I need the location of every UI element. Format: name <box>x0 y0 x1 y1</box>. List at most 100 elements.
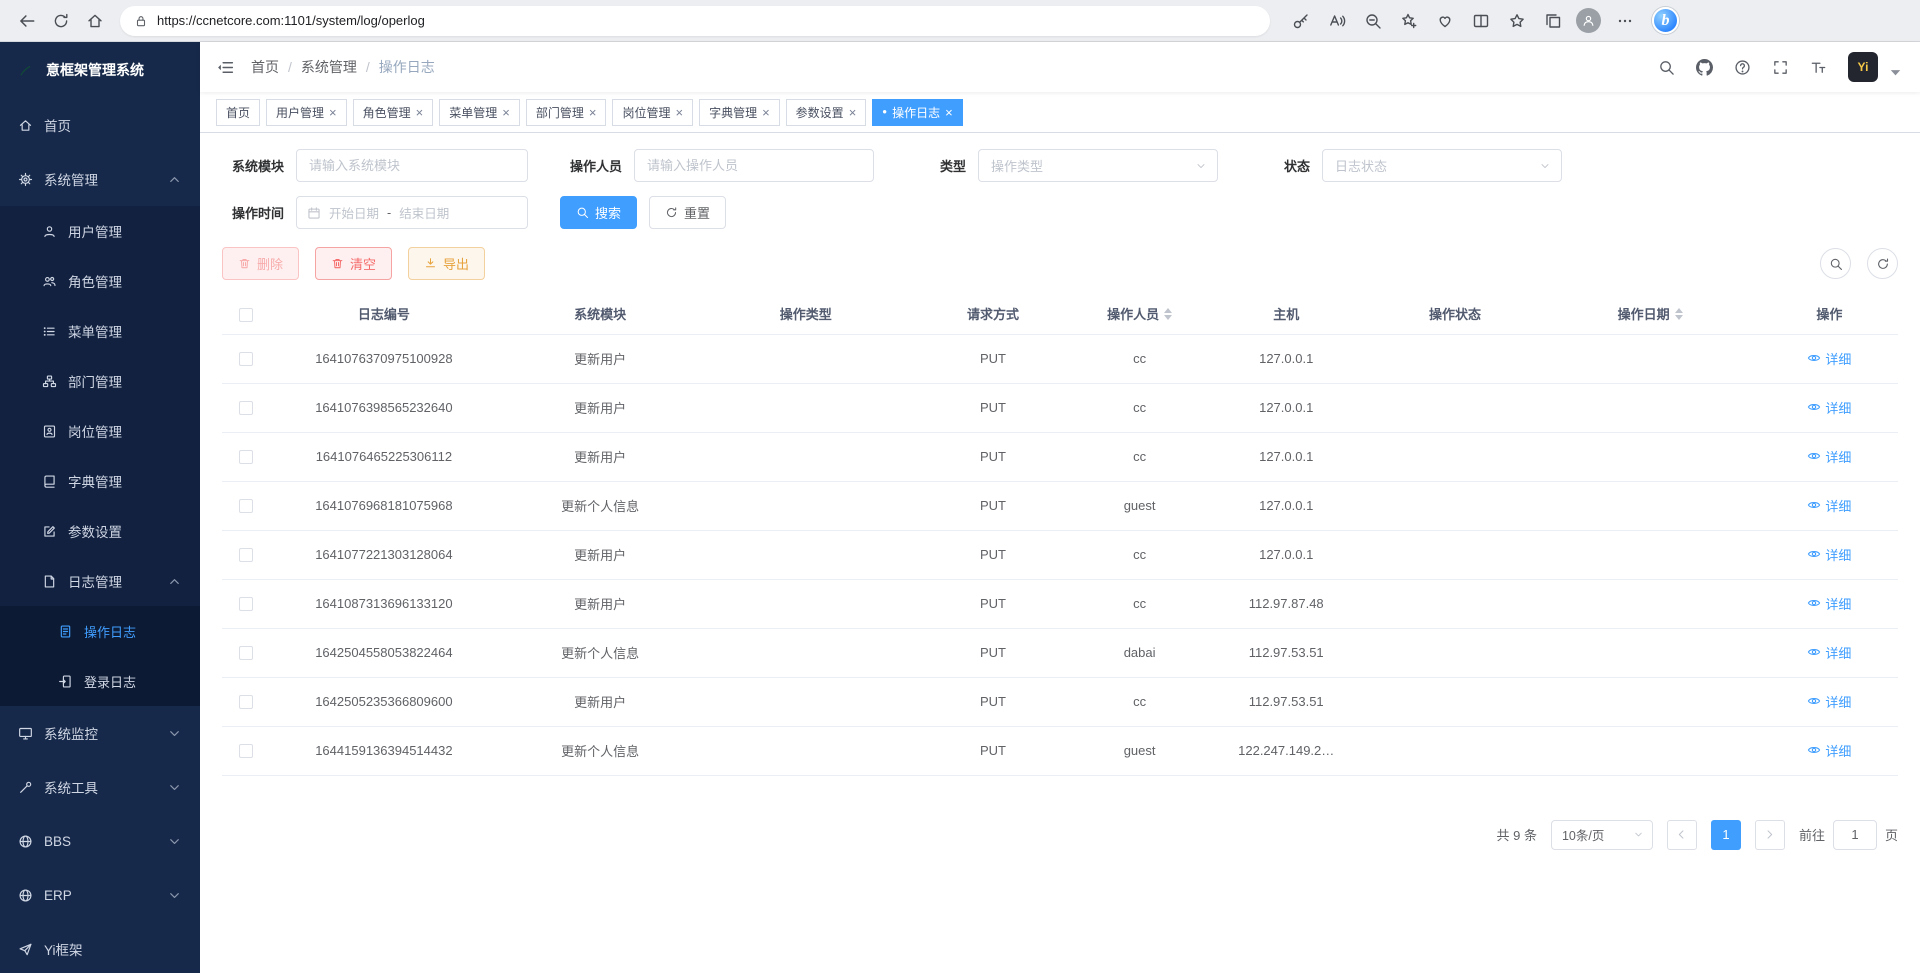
sidebar-item-dict-mgmt[interactable]: 字典管理 <box>0 456 200 506</box>
tab-close-icon[interactable]: × <box>329 106 337 119</box>
row-checkbox[interactable] <box>239 695 253 709</box>
nav-tab[interactable]: ● 操作日志 × <box>872 99 962 126</box>
tab-close-icon[interactable]: × <box>945 106 953 119</box>
detail-link[interactable]: 详细 <box>1807 545 1851 564</box>
sidebar-fold-icon[interactable] <box>216 58 235 77</box>
reset-button[interactable]: 重置 <box>649 196 726 229</box>
sort-operator-icon[interactable] <box>1164 308 1172 320</box>
github-icon[interactable] <box>1696 59 1713 76</box>
read-aloud-icon[interactable] <box>1320 4 1353 38</box>
tab-close-icon[interactable]: × <box>502 106 510 119</box>
nav-tab[interactable]: 参数设置 × <box>786 99 867 126</box>
nav-tab[interactable]: 用户管理 × <box>266 99 347 126</box>
split-screen-icon[interactable] <box>1464 4 1497 38</box>
user-avatar[interactable]: Yi <box>1848 52 1878 82</box>
tab-close-icon[interactable]: × <box>762 106 770 119</box>
search-button[interactable]: 搜索 <box>560 196 637 229</box>
breadcrumb-system[interactable]: 系统管理 <box>301 57 357 77</box>
avatar-caret-icon[interactable] <box>1887 64 1904 81</box>
zoom-out-icon[interactable] <box>1356 4 1389 38</box>
sidebar-item-erp[interactable]: ERP <box>0 868 200 922</box>
current-page[interactable]: 1 <box>1711 820 1741 850</box>
address-bar[interactable]: https://ccnetcore.com:1101/system/log/op… <box>120 6 1270 36</box>
password-key-icon[interactable] <box>1284 4 1317 38</box>
sidebar-item-menu-mgmt[interactable]: 菜单管理 <box>0 306 200 356</box>
sidebar-item-dept-mgmt[interactable]: 部门管理 <box>0 356 200 406</box>
browser-refresh-button[interactable] <box>44 4 78 38</box>
row-checkbox[interactable] <box>239 499 253 513</box>
row-checkbox[interactable] <box>239 401 253 415</box>
detail-link[interactable]: 详细 <box>1807 594 1851 613</box>
row-checkbox[interactable] <box>239 548 253 562</box>
sidebar-item-param-settings[interactable]: 参数设置 <box>0 506 200 556</box>
module-input[interactable] <box>296 149 528 182</box>
nav-tab[interactable]: 菜单管理 × <box>439 99 520 126</box>
row-checkbox[interactable] <box>239 646 253 660</box>
type-select[interactable]: 操作类型 <box>978 149 1218 182</box>
page-size-select[interactable]: 10条/页 <box>1551 820 1653 850</box>
clear-button[interactable]: 清空 <box>315 247 392 280</box>
nav-tab[interactable]: 角色管理 × <box>353 99 434 126</box>
tab-close-icon[interactable]: × <box>589 106 597 119</box>
sidebar-item-user-mgmt[interactable]: 用户管理 <box>0 206 200 256</box>
row-checkbox[interactable] <box>239 352 253 366</box>
operator-input[interactable] <box>634 149 874 182</box>
cell-op-type <box>703 383 909 432</box>
sidebar-item-system-monitor[interactable]: 系统监控 <box>0 706 200 760</box>
sidebar-item-bbs[interactable]: BBS <box>0 814 200 868</box>
favorites-icon[interactable] <box>1500 4 1533 38</box>
tab-close-icon[interactable]: × <box>416 106 424 119</box>
sort-date-icon[interactable] <box>1675 308 1683 320</box>
collections-icon[interactable] <box>1536 4 1569 38</box>
sidebar-item-log-mgmt[interactable]: 日志管理 <box>0 556 200 606</box>
font-size-icon[interactable] <box>1810 59 1827 76</box>
status-select[interactable]: 日志状态 <box>1322 149 1562 182</box>
sidebar-item-oper-log[interactable]: 操作日志 <box>0 606 200 656</box>
row-checkbox[interactable] <box>239 597 253 611</box>
browser-essentials-icon[interactable] <box>1428 4 1461 38</box>
row-checkbox[interactable] <box>239 450 253 464</box>
detail-link[interactable]: 详细 <box>1807 741 1851 760</box>
app-logo[interactable]: 意框架管理系统 <box>0 42 200 98</box>
nav-tab[interactable]: 首页 <box>216 99 260 126</box>
detail-link[interactable]: 详细 <box>1807 349 1851 368</box>
bing-icon[interactable]: b <box>1652 7 1679 34</box>
select-all-checkbox[interactable] <box>239 308 253 322</box>
detail-link[interactable]: 详细 <box>1807 692 1851 711</box>
export-button[interactable]: 导出 <box>408 247 485 280</box>
browser-profile-button[interactable] <box>1572 4 1605 38</box>
browser-more-icon[interactable] <box>1608 4 1641 38</box>
refresh-table-button[interactable] <box>1867 248 1898 279</box>
url-text[interactable]: https://ccnetcore.com:1101/system/log/op… <box>157 13 425 28</box>
fullscreen-icon[interactable] <box>1772 59 1789 76</box>
toggle-search-button[interactable] <box>1820 248 1851 279</box>
delete-button[interactable]: 删除 <box>222 247 299 280</box>
tab-close-icon[interactable]: × <box>675 106 683 119</box>
date-range-picker[interactable]: 开始日期 - 结束日期 <box>296 196 528 229</box>
help-icon[interactable] <box>1734 59 1751 76</box>
detail-link[interactable]: 详细 <box>1807 447 1851 466</box>
tab-close-icon[interactable]: × <box>849 106 857 119</box>
sidebar-item-system-tools[interactable]: 系统工具 <box>0 760 200 814</box>
favorite-add-icon[interactable] <box>1392 4 1425 38</box>
detail-link[interactable]: 详细 <box>1807 496 1851 515</box>
detail-link[interactable]: 详细 <box>1807 643 1851 662</box>
breadcrumb-home[interactable]: 首页 <box>251 57 279 77</box>
sidebar-item-post-mgmt[interactable]: 岗位管理 <box>0 406 200 456</box>
nav-tab[interactable]: 部门管理 × <box>526 99 607 126</box>
nav-tab[interactable]: 字典管理 × <box>699 99 780 126</box>
sidebar-item-login-log[interactable]: 登录日志 <box>0 656 200 706</box>
browser-home-button[interactable] <box>78 4 112 38</box>
search-icon[interactable] <box>1658 59 1675 76</box>
next-page-button[interactable] <box>1755 820 1785 850</box>
browser-back-button[interactable] <box>10 4 44 38</box>
detail-link[interactable]: 详细 <box>1807 398 1851 417</box>
prev-page-button[interactable] <box>1667 820 1697 850</box>
sidebar-item-home[interactable]: 首页 <box>0 98 200 152</box>
goto-page-input[interactable] <box>1833 820 1877 850</box>
row-checkbox[interactable] <box>239 744 253 758</box>
sidebar-item-yi-framework[interactable]: Yi框架 <box>0 922 200 973</box>
sidebar-item-system-mgmt[interactable]: 系统管理 <box>0 152 200 206</box>
sidebar-item-role-mgmt[interactable]: 角色管理 <box>0 256 200 306</box>
nav-tab[interactable]: 岗位管理 × <box>612 99 693 126</box>
